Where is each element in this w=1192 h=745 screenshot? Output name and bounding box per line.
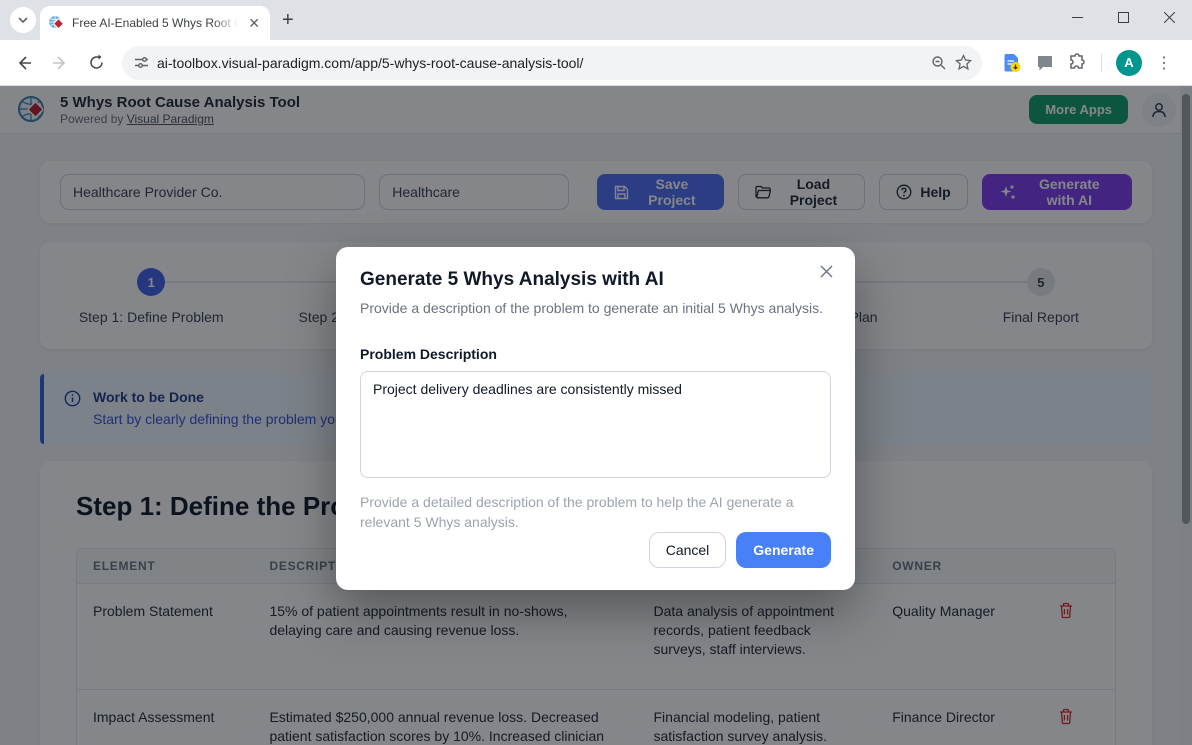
address-bar[interactable]: ai-toolbox.visual-paradigm.com/app/5-why… [122, 46, 982, 80]
tab-title: Free AI-Enabled 5 Whys Root C [72, 16, 238, 30]
extensions-puzzle-icon[interactable] [1068, 53, 1087, 72]
field-helper-text: Provide a detailed description of the pr… [360, 492, 810, 533]
window-controls [1054, 0, 1192, 34]
url-text[interactable]: ai-toolbox.visual-paradigm.com/app/5-why… [157, 55, 923, 71]
minimize-icon[interactable] [1054, 0, 1100, 34]
generate-ai-modal: Generate 5 Whys Analysis with AI Provide… [336, 247, 855, 590]
browser-window: Free AI-Enabled 5 Whys Root C ✕ + [0, 0, 1192, 745]
close-window-icon[interactable] [1146, 0, 1192, 34]
browser-navbar: ai-toolbox.visual-paradigm.com/app/5-why… [0, 40, 1192, 86]
tab-search-icon[interactable] [10, 7, 36, 33]
browser-tab[interactable]: Free AI-Enabled 5 Whys Root C ✕ [40, 6, 270, 40]
zoom-out-icon[interactable] [931, 55, 947, 71]
tab-strip: Free AI-Enabled 5 Whys Root C ✕ + [0, 0, 1192, 40]
modal-title: Generate 5 Whys Analysis with AI [360, 269, 831, 291]
profile-avatar[interactable]: A [1116, 50, 1142, 76]
site-settings-icon[interactable] [134, 55, 149, 70]
back-icon[interactable] [8, 47, 40, 79]
modal-close-icon[interactable] [816, 261, 837, 282]
new-tab-icon[interactable]: + [282, 10, 294, 30]
toolbar-divider [1101, 54, 1102, 72]
page-viewport: 5 Whys Root Cause Analysis Tool Powered … [0, 86, 1192, 745]
forward-icon[interactable] [44, 47, 76, 79]
favicon [48, 15, 64, 31]
problem-description-label: Problem Description [360, 346, 831, 362]
tab-close-icon[interactable]: ✕ [246, 14, 262, 32]
comment-extension-icon[interactable] [1036, 54, 1054, 72]
problem-description-textarea[interactable]: Project delivery deadlines are consisten… [360, 371, 831, 478]
modal-subtitle: Provide a description of the problem to … [360, 300, 831, 316]
reload-icon[interactable] [80, 47, 112, 79]
docs-offline-icon[interactable] [1002, 53, 1022, 73]
bookmark-star-icon[interactable] [955, 54, 972, 71]
maximize-icon[interactable] [1100, 0, 1146, 34]
generate-button[interactable]: Generate [736, 532, 831, 568]
cancel-button[interactable]: Cancel [649, 532, 727, 568]
browser-menu-icon[interactable]: ⋮ [1156, 53, 1172, 73]
extensions-area: A ⋮ [992, 50, 1182, 76]
